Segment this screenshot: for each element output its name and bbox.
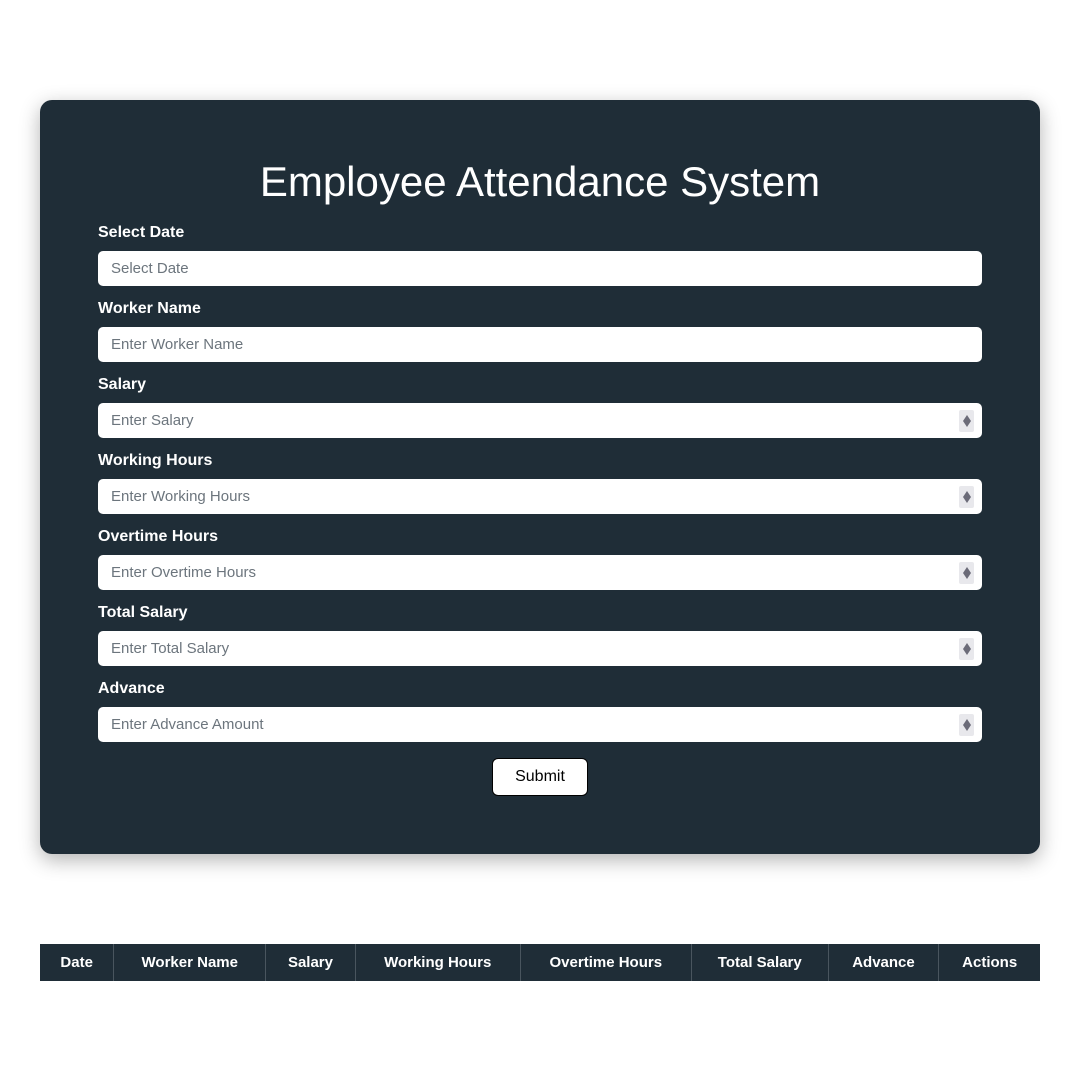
label-salary: Salary — [98, 376, 982, 394]
page-title: Employee Attendance System — [98, 158, 982, 206]
attendance-table: Date Worker Name Salary Working Hours Ov… — [40, 944, 1040, 981]
col-worker: Worker Name — [114, 944, 266, 981]
label-advance: Advance — [98, 680, 982, 698]
input-overtime[interactable] — [98, 555, 982, 590]
data-table-wrapper: Date Worker Name Salary Working Hours Ov… — [40, 944, 1040, 981]
input-hours[interactable] — [98, 479, 982, 514]
field-worker: Worker Name — [98, 300, 982, 362]
field-overtime: Overtime Hours — [98, 528, 982, 590]
col-total: Total Salary — [691, 944, 828, 981]
input-salary[interactable] — [98, 403, 982, 438]
submit-button[interactable]: Submit — [492, 758, 588, 796]
col-actions: Actions — [939, 944, 1040, 981]
field-date: Select Date — [98, 224, 982, 286]
field-total: Total Salary — [98, 604, 982, 666]
col-salary: Salary — [266, 944, 356, 981]
label-overtime: Overtime Hours — [98, 528, 982, 546]
col-date: Date — [40, 944, 114, 981]
label-hours: Working Hours — [98, 452, 982, 470]
input-advance[interactable] — [98, 707, 982, 742]
label-worker: Worker Name — [98, 300, 982, 318]
input-total[interactable] — [98, 631, 982, 666]
input-date[interactable] — [98, 251, 982, 286]
col-hours: Working Hours — [355, 944, 520, 981]
form-card: Employee Attendance System Select Date W… — [40, 100, 1040, 854]
label-date: Select Date — [98, 224, 982, 242]
field-hours: Working Hours — [98, 452, 982, 514]
label-total: Total Salary — [98, 604, 982, 622]
col-advance: Advance — [828, 944, 939, 981]
col-overtime: Overtime Hours — [520, 944, 691, 981]
field-advance: Advance — [98, 680, 982, 742]
field-salary: Salary — [98, 376, 982, 438]
input-worker[interactable] — [98, 327, 982, 362]
